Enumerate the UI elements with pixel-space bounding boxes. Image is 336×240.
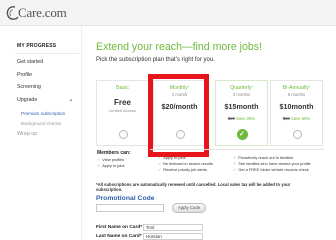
apply-code-button[interactable]: Apply Code [172, 203, 206, 213]
sidebar-subitem-premium-subscription[interactable]: Premium subscription [21, 111, 65, 116]
care-logo[interactable]: Care.com [5, 4, 67, 22]
logo-text: Care.com [18, 5, 67, 20]
plan-duration: 6 months [287, 92, 306, 97]
sidebar-title: MY PROGRESS [17, 43, 57, 49]
check-icon[interactable]: ✓ [236, 129, 248, 140]
last-name-field[interactable]: Horsion [143, 233, 203, 240]
sidebar-item-screening[interactable]: Screening [17, 84, 79, 90]
plan-radio-button[interactable] [292, 130, 302, 139]
check-icon: ✓ [97, 157, 101, 162]
check-icon: ✓ [233, 155, 237, 160]
check-icon: ✓ [97, 163, 101, 168]
plan-radio-button[interactable] [118, 130, 128, 139]
chevron-up-icon: ▲ [69, 97, 73, 102]
plan-card-bi-annually[interactable]: Bi-Annually* 6 months $10month $20 Save … [270, 80, 323, 146]
asterisk: * [308, 85, 311, 89]
premium-features-col-2: ✓ Proactively reach out to families ✓ See … [233, 155, 311, 173]
plan-card-basic[interactable]: Basic Free Limited Access [96, 80, 149, 146]
plan-name: Monthly* [154, 85, 205, 91]
divider [15, 53, 79, 54]
feature-text: Proactively reach out to families [238, 155, 294, 160]
features-title: Members can: [97, 150, 131, 156]
first-name-field[interactable]: Tool [143, 224, 203, 231]
plan-name: Bi-Annually* [271, 85, 322, 91]
plan-name-text: Monthly [169, 85, 188, 91]
first-name-label: First Name on Card* [96, 225, 143, 230]
plan-duration: 3 months [232, 92, 251, 97]
plan-price: $20/month [161, 102, 198, 111]
save-label: Save 25% [236, 116, 256, 121]
sidebar-item-label: Upgrade [17, 97, 38, 103]
asterisk: * [187, 85, 190, 89]
feature-text: Receive priority job alerts [163, 167, 207, 172]
plan-note: Limited Access [109, 108, 136, 113]
feature-item: ✓ Apply to jobs [97, 163, 131, 169]
last-name-label: Last Name on Card* [96, 234, 142, 239]
sidebar-item-get-started[interactable]: Get started [17, 59, 79, 65]
promo-code-title: Promotional Code [96, 195, 155, 202]
footnote-text: *All subscriptions are automatically ren… [96, 182, 291, 192]
feature-text: Get a FREE Motor vehicle records check [238, 167, 309, 172]
plan-name: Basic [116, 85, 129, 91]
check-icon: ✓ [158, 167, 162, 172]
basic-features: Members can: ✓ View profiles ✓ Apply to jo… [97, 150, 131, 169]
sidebar-item-profile[interactable]: Profile [17, 72, 79, 78]
feature-text: Be featured in search results [163, 161, 213, 166]
old-price: $20 [282, 116, 290, 121]
top-bar: Care.com [0, 0, 336, 26]
asterisk: * [251, 85, 253, 89]
old-price: $20 [227, 116, 235, 121]
feature-item: ✓ Receive priority job alerts [158, 167, 213, 173]
sidebar-subitem-background-checks[interactable]: Background checks [21, 121, 61, 126]
plan-price: Free [114, 98, 131, 107]
check-icon: ✓ [158, 161, 162, 166]
feature-item: ✓ Get a FREE Motor vehicle records check [233, 167, 311, 173]
sidebar-item-wrap-up[interactable]: Wrap-up [17, 131, 79, 137]
sidebar: MY PROGRESS Get started Profile Screenin… [0, 26, 82, 240]
feature-text: Apply to jobs [163, 155, 186, 160]
feature-text: See families who have viewed your profil… [238, 161, 311, 166]
check-icon: ✓ [233, 161, 237, 166]
plan-price: $10month [279, 102, 314, 111]
save-label: Save 50% [291, 116, 311, 121]
plan-duration: 1 month [171, 92, 188, 97]
renewal-footnote: *All subscriptions are automatically ren… [96, 182, 296, 192]
feature-text: Apply to jobs [102, 163, 125, 168]
plan-savings: $20 Save 25% [216, 116, 267, 121]
plan-radio-button[interactable] [175, 130, 185, 139]
divider [150, 149, 325, 150]
check-icon: ✓ [158, 155, 162, 160]
page-title: Extend your reach—find more jobs! [96, 41, 263, 53]
plan-card-quarterly[interactable]: Quarterly* 3 months $15month $20 Save 25… [215, 80, 268, 146]
plan-card-monthly[interactable]: Monthly* 1 month $20/month [153, 80, 206, 146]
check-icon: ✓ [233, 167, 237, 172]
plan-name: Quarterly* [216, 85, 267, 91]
feature-text: View profiles [102, 157, 125, 162]
plan-price: $15month [224, 102, 259, 111]
page-subtitle: Pick the subscription plan that's right … [96, 57, 215, 63]
plan-name-text: Quarterly [230, 85, 252, 91]
promo-code-input[interactable] [96, 204, 164, 212]
premium-features-col-1: ✓ Apply to jobs ✓ Be featured in search re… [158, 155, 213, 173]
sidebar-item-upgrade[interactable]: Upgrade ▲ [17, 97, 79, 103]
plan-savings: $20 Save 50% [271, 116, 322, 121]
plan-name-text: Bi-Annually [282, 85, 309, 91]
